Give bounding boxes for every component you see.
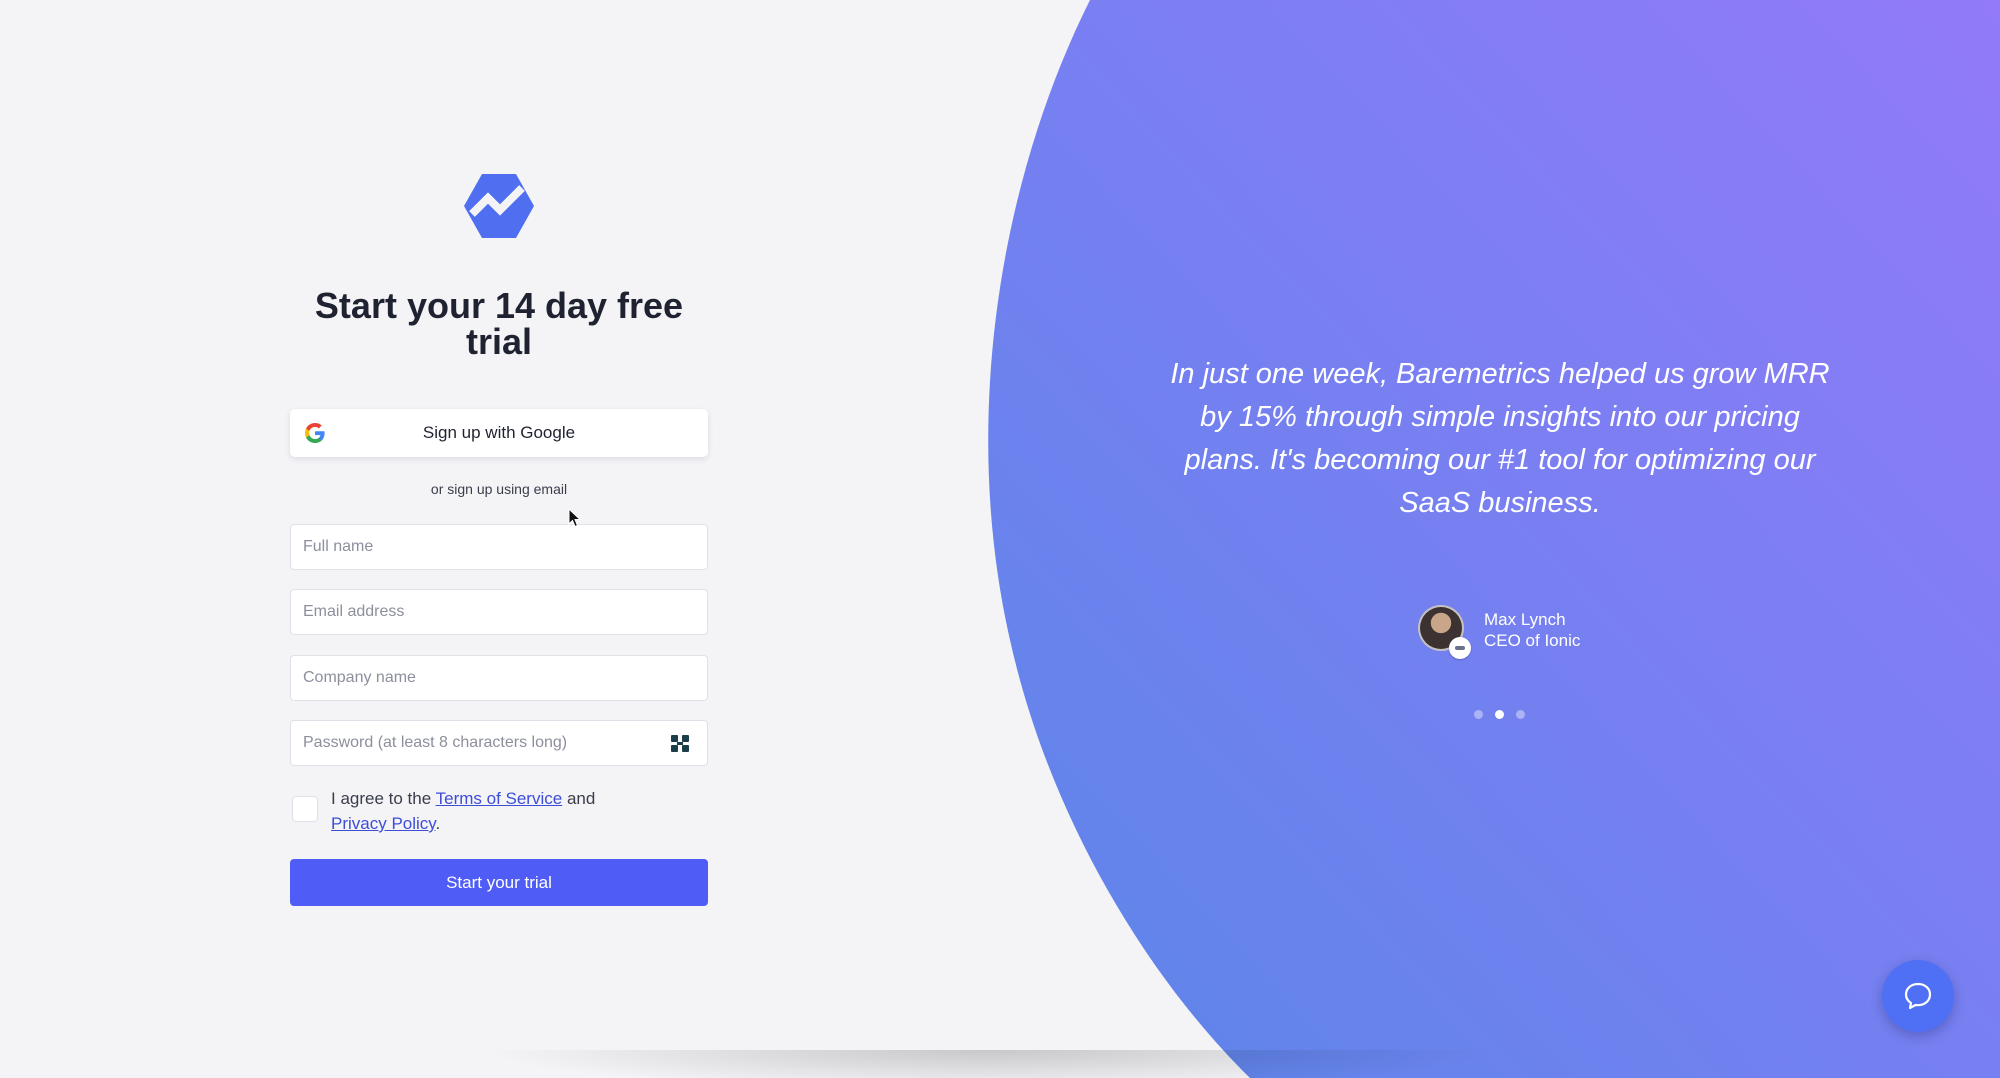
author-role: CEO of Ionic bbox=[1484, 631, 1581, 650]
carousel-dot-3[interactable] bbox=[1516, 710, 1525, 719]
email-field[interactable] bbox=[290, 589, 708, 635]
chat-button[interactable] bbox=[1882, 960, 1954, 1032]
email-input[interactable] bbox=[291, 590, 707, 634]
page-title: Start your 14 day free trial bbox=[314, 285, 684, 362]
carousel-dot-1[interactable] bbox=[1474, 710, 1483, 719]
password-manager-icon[interactable] bbox=[671, 735, 689, 752]
agree-prefix: I agree to the bbox=[331, 789, 432, 808]
password-field[interactable] bbox=[290, 720, 708, 766]
author-name: Max Lynch bbox=[1484, 610, 1566, 629]
password-input[interactable] bbox=[291, 721, 707, 765]
baremetrics-logo-icon bbox=[464, 174, 534, 238]
testimonial-quote: In just one week, Baremetrics helped us … bbox=[1170, 358, 1830, 519]
chat-bubble-icon bbox=[1904, 982, 1932, 1010]
full-name-field[interactable] bbox=[290, 524, 708, 570]
terms-of-service-link[interactable]: Terms of Service bbox=[436, 789, 563, 808]
agree-middle: and bbox=[566, 789, 596, 808]
agree-checkbox[interactable] bbox=[292, 796, 318, 822]
mouse-cursor-icon bbox=[568, 508, 582, 528]
company-field[interactable] bbox=[290, 655, 708, 701]
full-name-input[interactable] bbox=[291, 525, 707, 569]
company-input[interactable] bbox=[291, 656, 707, 700]
company-badge-icon bbox=[1449, 637, 1471, 659]
google-signup-button[interactable]: Sign up with Google bbox=[290, 409, 708, 457]
page: In just one week, Baremetrics helped us … bbox=[0, 0, 2000, 1078]
bottom-shadow bbox=[480, 1050, 1500, 1078]
carousel-dot-2[interactable] bbox=[1495, 710, 1504, 719]
google-signup-label: Sign up with Google bbox=[422, 423, 576, 442]
privacy-policy-link[interactable]: Privacy Policy bbox=[331, 814, 436, 833]
agree-text: I agree to the Terms of Service and Priv… bbox=[331, 786, 651, 836]
or-divider-text: or sign up using email bbox=[430, 481, 568, 497]
start-trial-button[interactable]: Start your trial bbox=[290, 859, 708, 906]
agree-suffix: . bbox=[435, 814, 441, 833]
